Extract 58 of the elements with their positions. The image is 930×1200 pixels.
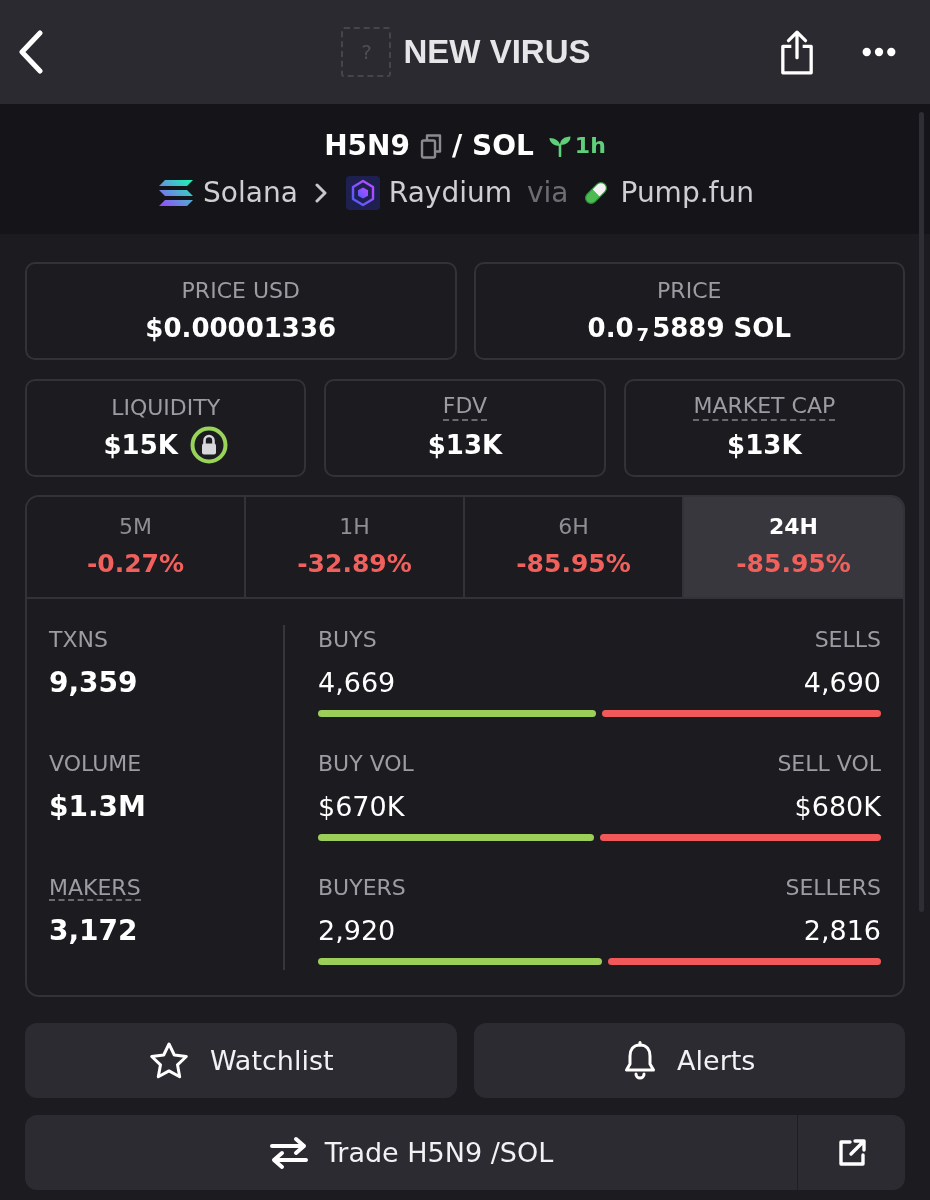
card-value: $13K xyxy=(427,429,503,462)
buy-value: $670K xyxy=(318,790,405,824)
via-text: via xyxy=(526,175,569,211)
chevron-right-icon xyxy=(314,183,327,203)
solana-logo-icon xyxy=(158,179,195,207)
scrollbar[interactable] xyxy=(919,112,924,912)
token-symbol: H5N9 xyxy=(324,128,411,164)
card-label: PRICE USD xyxy=(181,277,300,305)
card-label: MARKET CAP xyxy=(693,393,836,421)
card-label: PRICE xyxy=(657,277,722,305)
stat-label: VOLUME xyxy=(49,750,142,778)
share-icon xyxy=(780,29,814,75)
trade-button[interactable]: Trade H5N9 /SOL xyxy=(25,1115,797,1190)
card-label: FDV xyxy=(442,393,488,421)
share-button[interactable] xyxy=(780,29,814,75)
sell-value: $680K xyxy=(794,790,881,824)
sell-label: SELL VOL xyxy=(777,750,881,778)
copy-icon[interactable] xyxy=(420,133,443,159)
stat-value: 9,359 xyxy=(49,665,138,701)
card-value: $15K xyxy=(103,429,178,462)
stat-value: $1.3M xyxy=(49,789,146,825)
dex-name: Raydium xyxy=(388,175,512,211)
launchpad-name: Pump.fun xyxy=(620,175,754,211)
question-mark: ? xyxy=(361,40,372,64)
buy-value: 2,920 xyxy=(318,914,396,948)
sell-value: 4,690 xyxy=(803,666,881,700)
stat-label: MAKERS xyxy=(49,873,141,901)
buy-value: 4,669 xyxy=(318,666,396,700)
sprout-icon xyxy=(547,135,572,157)
stat-label: TXNS xyxy=(49,626,108,654)
sell-label: SELLERS xyxy=(785,874,881,902)
star-icon xyxy=(147,1040,190,1081)
sell-label: SELLS xyxy=(814,626,881,654)
swap-arrows-icon xyxy=(268,1135,309,1170)
timeframe-tab[interactable]: 24H -85.95% xyxy=(684,497,903,597)
open-external-button[interactable] xyxy=(797,1115,905,1190)
buy-label: BUYS xyxy=(318,626,377,654)
timeframe-tab[interactable]: 5M -0.27% xyxy=(27,497,246,597)
sell-value: 2,816 xyxy=(803,914,881,948)
more-icon xyxy=(862,47,896,57)
token-name: NEW VIRUS xyxy=(403,32,591,72)
back-icon xyxy=(18,30,44,74)
card-value: $0.00001336 xyxy=(145,312,337,345)
watchlist-button[interactable]: Watchlist xyxy=(25,1023,457,1098)
back-button[interactable] xyxy=(18,30,44,74)
buy-label: BUYERS xyxy=(318,874,406,902)
stat-value: 3,172 xyxy=(49,913,138,949)
hexagon-logo-icon xyxy=(345,176,380,210)
more-button[interactable] xyxy=(862,47,896,57)
buy-label: BUY VOL xyxy=(318,750,414,778)
card-value: 0.0$_{7}$5889 SOL xyxy=(587,312,791,346)
card-value: $13K xyxy=(727,429,802,462)
bell-icon xyxy=(623,1040,658,1081)
quote-symbol: / SOL xyxy=(452,128,534,164)
pair-age: 1h xyxy=(574,132,606,160)
alerts-button[interactable]: Alerts xyxy=(473,1023,905,1098)
card-label: LIQUIDITY xyxy=(111,394,221,422)
chain-name: Solana xyxy=(203,175,298,211)
